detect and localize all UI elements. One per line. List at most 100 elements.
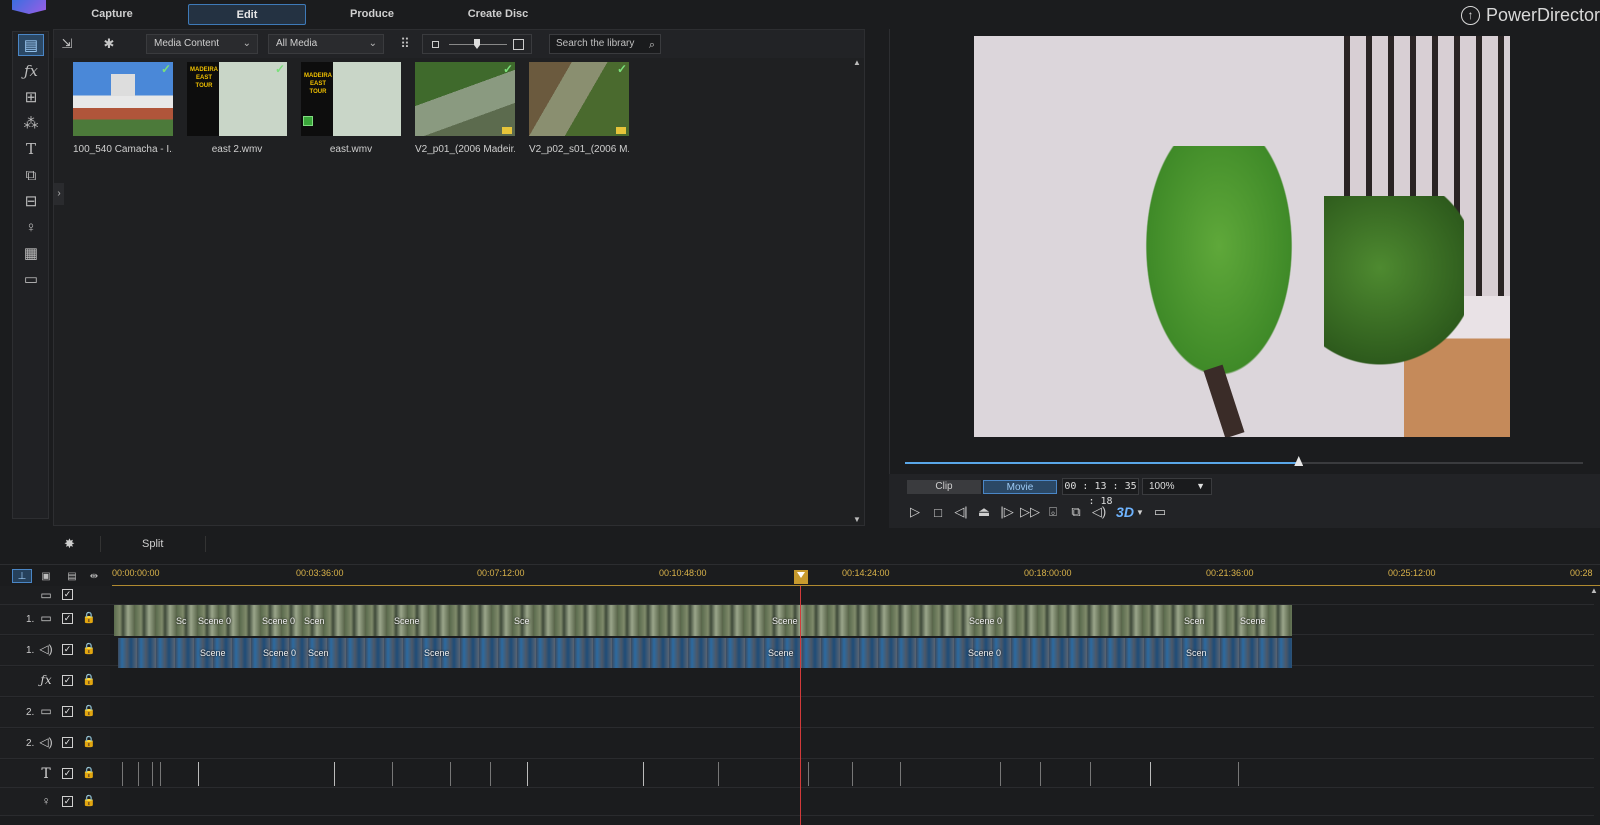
volume-icon[interactable]: ◁) bbox=[1090, 503, 1108, 521]
track-row[interactable] bbox=[110, 729, 1594, 759]
tab-capture[interactable]: Capture bbox=[53, 4, 171, 25]
thumbnail-size-slider[interactable] bbox=[422, 34, 532, 54]
title-clip-marker[interactable] bbox=[392, 762, 393, 786]
title-clip-marker[interactable] bbox=[1150, 762, 1151, 786]
grid-view-icon[interactable]: ⠿ bbox=[396, 35, 414, 53]
title-clip-marker[interactable] bbox=[1000, 762, 1001, 786]
lock-icon[interactable]: 🔒 bbox=[82, 704, 96, 717]
track-enable-checkbox[interactable]: ✓ bbox=[62, 589, 73, 600]
effects-room-icon[interactable]: ƒx bbox=[18, 60, 44, 82]
title-clip-marker[interactable] bbox=[527, 762, 528, 786]
timecode-display[interactable]: 00 : 13 : 35 : 18 bbox=[1062, 478, 1139, 507]
media-content-dropdown[interactable]: Media Content ⌄ bbox=[146, 34, 258, 54]
media-item[interactable]: MADEIRA EAST TOUR east.wmv bbox=[301, 62, 401, 155]
title-clip-marker[interactable] bbox=[852, 762, 853, 786]
title-clip-marker[interactable] bbox=[198, 762, 199, 786]
zoom-dropdown[interactable]: 100% ▼ bbox=[1142, 478, 1212, 495]
track-row[interactable] bbox=[110, 667, 1594, 697]
slider-thumb[interactable] bbox=[474, 39, 480, 49]
search-icon[interactable]: ⌕ bbox=[649, 36, 655, 54]
title-clip-marker[interactable] bbox=[1090, 762, 1091, 786]
transition-room-icon[interactable]: ⧉ bbox=[18, 164, 44, 186]
pip-room-icon[interactable]: ⊞ bbox=[18, 86, 44, 108]
track-enable-checkbox[interactable]: ✓ bbox=[62, 644, 73, 655]
title-clip-marker[interactable] bbox=[122, 762, 123, 786]
title-clip-marker[interactable] bbox=[900, 762, 901, 786]
magic-tools-icon[interactable]: ✸ bbox=[64, 536, 75, 552]
track-enable-checkbox[interactable]: ✓ bbox=[62, 675, 73, 686]
snapshot-icon[interactable]: ⌻ bbox=[1044, 503, 1062, 521]
undock-icon[interactable]: ⧉ bbox=[1067, 503, 1085, 521]
stop-icon[interactable]: □ bbox=[929, 503, 947, 521]
import-media-icon[interactable]: ⇲ bbox=[58, 35, 76, 53]
track-enable-checkbox[interactable]: ✓ bbox=[62, 706, 73, 717]
tab-create-disc[interactable]: Create Disc bbox=[439, 4, 557, 25]
voice-over-icon[interactable]: ♀ bbox=[18, 216, 44, 238]
title-clip-marker[interactable] bbox=[808, 762, 809, 786]
title-room-icon[interactable]: T bbox=[18, 138, 44, 160]
track-enable-checkbox[interactable]: ✓ bbox=[62, 613, 73, 624]
lock-icon[interactable]: 🔒 bbox=[82, 673, 96, 686]
track-enable-checkbox[interactable]: ✓ bbox=[62, 796, 73, 807]
clip-mode-button[interactable]: Clip bbox=[907, 480, 981, 494]
title-clip-marker[interactable] bbox=[450, 762, 451, 786]
title-clip-marker[interactable] bbox=[334, 762, 335, 786]
timeline-scrollbar[interactable]: ▲ bbox=[1590, 586, 1598, 825]
preview-video-frame[interactable] bbox=[974, 36, 1510, 437]
scroll-up-icon[interactable]: ▲ bbox=[853, 58, 861, 67]
all-media-dropdown[interactable]: All Media ⌄ bbox=[268, 34, 384, 54]
audio-mixing-room-icon[interactable]: ⊟ bbox=[18, 190, 44, 212]
tab-edit[interactable]: Edit bbox=[188, 4, 306, 25]
split-marker-icon[interactable]: ⏏ bbox=[975, 503, 993, 521]
media-item[interactable]: MADEIRA EAST TOUR ✓ east 2.wmv bbox=[187, 62, 287, 155]
timeline-mode-icon[interactable]: ⊥ bbox=[12, 569, 32, 583]
lock-icon[interactable]: 🔒 bbox=[82, 766, 96, 779]
play-icon[interactable]: ▷ bbox=[906, 503, 924, 521]
title-clip-marker[interactable] bbox=[138, 762, 139, 786]
track-row[interactable] bbox=[110, 698, 1594, 728]
search-input[interactable]: Search the library ⌕ bbox=[549, 34, 661, 54]
lock-icon[interactable]: 🔒 bbox=[82, 794, 96, 807]
next-frame-icon[interactable]: |▷ bbox=[998, 503, 1016, 521]
movie-mode-button[interactable]: Movie bbox=[983, 480, 1057, 494]
video-clips-strip[interactable]: Sc Scene 0 Scene 0 Scen Scene Sce Scene … bbox=[114, 605, 1292, 636]
split-button[interactable]: Split bbox=[142, 538, 163, 550]
title-clip-marker[interactable] bbox=[718, 762, 719, 786]
scroll-up-icon[interactable]: ▲ bbox=[1590, 586, 1598, 595]
track-row[interactable] bbox=[110, 788, 1594, 816]
subtitle-room-icon[interactable]: ▭ bbox=[18, 268, 44, 290]
media-item[interactable]: ✓ 100_540 Camacha - I... bbox=[73, 62, 173, 155]
3d-dropdown-icon[interactable]: ▼ bbox=[1131, 503, 1149, 521]
media-item[interactable]: ✓ V2_p02_s01_(2006 M... bbox=[529, 62, 629, 155]
library-scrollbar[interactable]: ▲ ▼ bbox=[852, 58, 862, 524]
title-clip-marker[interactable] bbox=[1238, 762, 1239, 786]
media-item[interactable]: ✓ V2_p01_(2006 Madeir... bbox=[415, 62, 515, 155]
timeline-ruler[interactable]: 00:00:00:00 00:03:36:00 00:07:12:00 00:1… bbox=[112, 565, 1600, 587]
lock-icon[interactable]: 🔒 bbox=[82, 642, 96, 655]
track-enable-checkbox[interactable]: ✓ bbox=[62, 768, 73, 779]
track-manager-icon[interactable]: ▤ bbox=[62, 569, 82, 583]
title-clip-marker[interactable] bbox=[160, 762, 161, 786]
fit-timeline-icon[interactable]: ⇹ bbox=[84, 569, 104, 583]
plugin-icon[interactable]: ✱ bbox=[100, 35, 118, 53]
media-room-icon[interactable]: ▤ bbox=[18, 34, 44, 56]
title-clip-marker[interactable] bbox=[643, 762, 644, 786]
audio-clips-strip[interactable]: Scene Scene 0 Scen Scene Scene Scene 0 S… bbox=[118, 638, 1292, 668]
scroll-down-icon[interactable]: ▼ bbox=[853, 515, 861, 524]
expand-panel-button[interactable]: › bbox=[54, 183, 64, 205]
preview-scrubber[interactable] bbox=[905, 456, 1583, 466]
external-display-icon[interactable]: ▭ bbox=[1151, 503, 1169, 521]
title-clip-marker[interactable] bbox=[1040, 762, 1041, 786]
particle-room-icon[interactable]: ⁂ bbox=[18, 112, 44, 134]
playhead-handle[interactable] bbox=[794, 570, 808, 584]
previous-frame-icon[interactable]: ◁| bbox=[952, 503, 970, 521]
title-clip-marker[interactable] bbox=[152, 762, 153, 786]
lock-icon[interactable]: 🔒 bbox=[82, 735, 96, 748]
title-clip-marker[interactable] bbox=[490, 762, 491, 786]
tab-produce[interactable]: Produce bbox=[313, 4, 431, 25]
chapter-room-icon[interactable]: ▦ bbox=[18, 242, 44, 264]
brand[interactable]: ↑ PowerDirector bbox=[1460, 3, 1600, 27]
storyboard-mode-icon[interactable]: ▣ bbox=[36, 569, 56, 583]
track-row[interactable] bbox=[110, 586, 1594, 605]
track-enable-checkbox[interactable]: ✓ bbox=[62, 737, 73, 748]
